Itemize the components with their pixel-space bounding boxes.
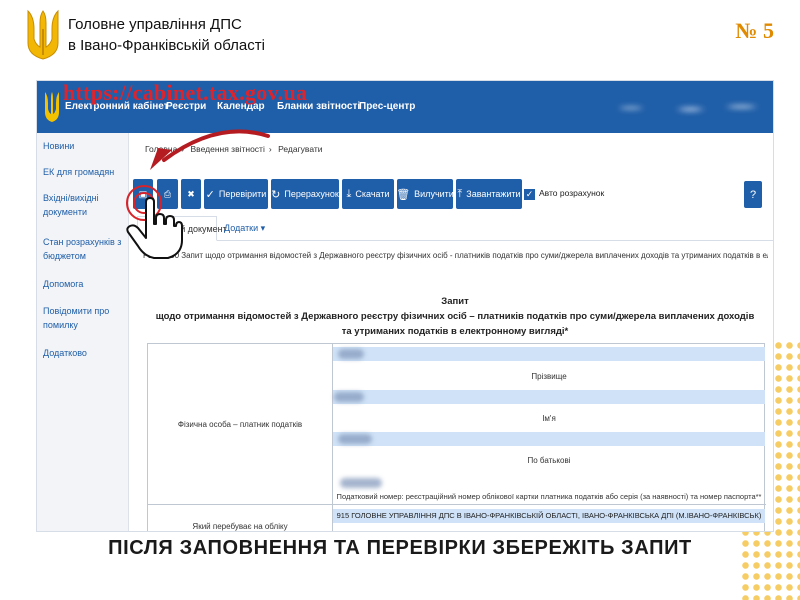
sidebar-item-news[interactable]: Новини (43, 139, 127, 153)
sidebar-item-budget-settlements[interactable]: Стан розрахунків з бюджетом (43, 235, 127, 263)
trident-logo-small-icon (45, 92, 59, 122)
upload-button[interactable]: ⤒ Завантажити (456, 179, 522, 209)
verify-label: Перевірити (218, 189, 267, 199)
download-label: Скачати (355, 189, 390, 199)
delete-button[interactable]: 🗑 Вилучити (396, 179, 454, 209)
surname-input[interactable] (333, 347, 765, 361)
person-label: Фізична особа – платник податків (177, 420, 303, 429)
upload-icon: ⤒ (457, 187, 463, 200)
close-icon: ✖ (187, 188, 195, 199)
delete-label: Вилучити (414, 189, 454, 199)
upload-label: Завантажити (466, 189, 521, 199)
cabinet-url: https://cabinet.tax.gov.ua (63, 80, 308, 105)
slide: Головне управління ДПС в Івано-Франківсь… (0, 0, 800, 600)
verify-button[interactable]: ✓ Перевірити (204, 179, 268, 209)
organization-name: Головне управління ДПС в Івано-Франківсь… (68, 14, 265, 56)
org-line-1: Головне управління ДПС (68, 16, 242, 33)
slide-caption: ПІСЛЯ ЗАПОВНЕННЯ ТА ПЕРЕВІРКИ ЗБЕРЕЖІТЬ … (108, 537, 692, 559)
form-row-divider (148, 504, 766, 505)
sidebar-item-additional[interactable]: Додатково (43, 346, 127, 360)
sidebar-item-help[interactable]: Допомога (43, 277, 127, 291)
arrow-annotation-icon (150, 129, 270, 170)
blurred-value (338, 349, 364, 359)
trash-icon: 🗑 (396, 188, 411, 201)
download-button[interactable]: ⤓ Скачати (342, 179, 394, 209)
check-icon: ✓ (205, 188, 215, 201)
nav-press-center[interactable]: Прес-центр (359, 101, 415, 112)
slide-number: № 5 (735, 18, 774, 43)
document-title-main: Запит (441, 296, 469, 307)
auto-calc-label: Авто розрахунок (539, 188, 605, 198)
registered-label: Який перебуває на обліку (192, 522, 288, 531)
tax-number-caption: Податковий номер: реєстраційний номер об… (336, 492, 762, 501)
patronymic-input[interactable] (333, 432, 765, 446)
sidebar-item-report-error[interactable]: Повідомити про помилку (43, 304, 127, 332)
recalculate-label: Перерахунок (284, 189, 339, 199)
form-description: F1300000 Запит щодо отримання відомостей… (143, 251, 768, 260)
blurred-value (338, 434, 372, 444)
recalculate-button[interactable]: ↻ Перерахунок (271, 179, 339, 209)
trident-logo-icon (27, 9, 59, 60)
breadcrumb-edit: Редагувати (278, 144, 323, 154)
refresh-icon: ↻ (271, 188, 281, 201)
document-title: Запит щодо отримання відомостей з Держав… (155, 294, 755, 339)
request-form: Фізична особа – платник податків Прізвищ… (147, 343, 766, 531)
auto-calc-checkbox[interactable]: ✓ (524, 189, 535, 200)
name-input[interactable] (333, 390, 765, 404)
sidebar-item-ec-citizens[interactable]: ЕК для громадян (43, 165, 127, 179)
tab-attachments[interactable]: Додатки ▾ (224, 216, 265, 241)
help-button[interactable]: ? (744, 181, 762, 208)
sidebar-item-documents[interactable]: Вхідні/вихідні документи (43, 191, 127, 219)
name-caption: Ім'я (542, 414, 556, 423)
patronymic-caption: По батькові (527, 456, 571, 465)
document-subtitle: щодо отримання відомостей з Державного р… (155, 311, 755, 337)
surname-caption: Прізвище (531, 372, 567, 381)
blurred-user-info (597, 95, 767, 121)
pointer-hand-icon (126, 197, 183, 259)
blurred-tax-number (340, 478, 382, 488)
tax-office-field[interactable]: 915 ГОЛОВНЕ УПРАВЛІННЯ ДПС В ІВАНО-ФРАНК… (333, 509, 765, 523)
org-line-2: в Івано-Франківській області (68, 37, 265, 54)
download-icon: ⤓ (346, 187, 352, 200)
blurred-value (334, 392, 364, 402)
